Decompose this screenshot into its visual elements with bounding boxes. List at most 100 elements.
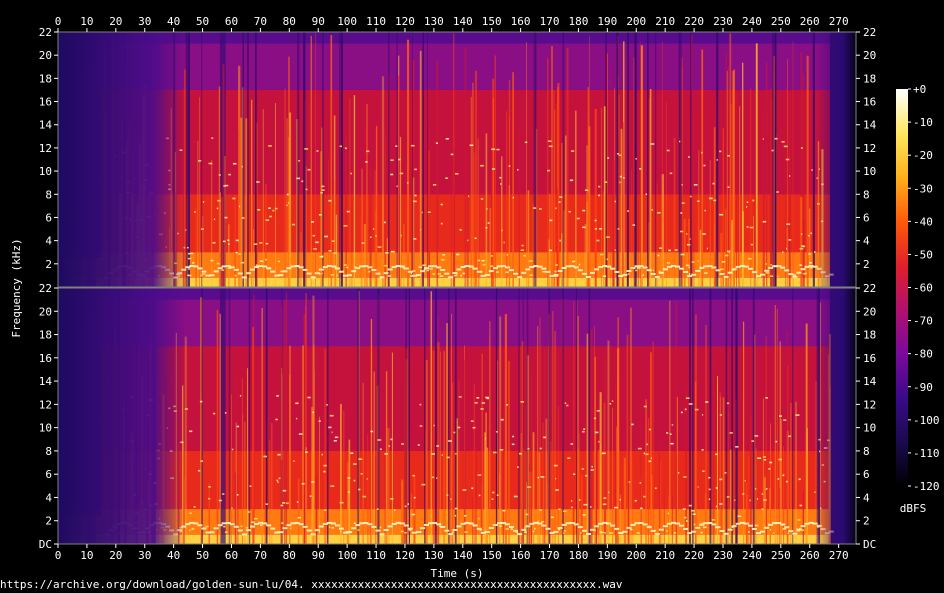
y-tick-label: 14: [863, 119, 877, 132]
x-tick-label: 120: [395, 549, 415, 562]
x-tick-label: 30: [138, 15, 151, 28]
x-tick-label: 40: [167, 15, 180, 28]
x-tick-label: 150: [482, 15, 502, 28]
y-tick-label: 8: [45, 188, 52, 201]
colorbar-tick-label: -30: [913, 182, 933, 195]
x-tick-label: 50: [196, 15, 209, 28]
y-tick-label: 22: [39, 282, 52, 295]
colorbar-tick-label: +0: [913, 83, 926, 96]
x-tick-label: 30: [138, 549, 151, 562]
x-tick-label: 150: [482, 549, 502, 562]
y-tick-label: 6: [863, 468, 870, 481]
x-tick-label: 190: [597, 549, 617, 562]
y-tick-label: 18: [863, 72, 876, 85]
x-tick-label: 0: [55, 549, 62, 562]
x-tick-label: 130: [424, 549, 444, 562]
y-tick-label: 2: [45, 258, 52, 271]
colorbar-tick-label: -110: [913, 447, 940, 460]
y-tick-label: 12: [863, 142, 876, 155]
colorbar-tick-label: -60: [913, 282, 933, 295]
y-tick-label: 6: [45, 211, 52, 224]
y-tick-label: 18: [39, 329, 52, 342]
source-url: https://archive.org/download/golden-sun-…: [0, 578, 623, 591]
x-tick-label: 110: [366, 549, 386, 562]
x-tick-label: 220: [684, 15, 704, 28]
x-tick-label: 250: [771, 15, 791, 28]
y-tick-label: 6: [45, 468, 52, 481]
x-tick-label: 210: [655, 549, 675, 562]
colorbar-label: dBFS: [900, 502, 927, 515]
x-tick-label: 230: [713, 549, 733, 562]
y-tick-label: 20: [863, 49, 876, 62]
y-tick-label: 12: [39, 398, 52, 411]
x-tick-label: 170: [540, 15, 560, 28]
y-tick-label: 6: [863, 211, 870, 224]
y-tick-label: 8: [863, 188, 870, 201]
x-tick-label: 80: [283, 549, 296, 562]
x-tick-label: 20: [109, 15, 122, 28]
y-tick-label: 16: [39, 96, 52, 109]
x-tick-label: 90: [312, 15, 325, 28]
x-tick-label: 70: [254, 549, 267, 562]
x-tick-label: 110: [366, 15, 386, 28]
x-tick-label: 230: [713, 15, 733, 28]
y-tick-label: 8: [863, 445, 870, 458]
y-tick-label: 22: [39, 26, 52, 39]
y-tick-label: 4: [863, 491, 870, 504]
x-tick-label: 160: [511, 15, 531, 28]
y-tick-label: 12: [39, 142, 52, 155]
y-tick-label: 10: [863, 165, 876, 178]
y-tick-label: 4: [45, 491, 52, 504]
colorbar: +0 -10 -20 -30 -40 -50 -60 -70 -80 -90 -100 -110 -12…: [896, 83, 940, 493]
x-tick-label: 100: [337, 15, 357, 28]
y-tick-label: 22: [863, 26, 876, 39]
x-tick-label: 130: [424, 15, 444, 28]
colorbar-tick-label: -10: [913, 116, 933, 129]
x-tick-label: 250: [771, 549, 791, 562]
y-tick-label: 16: [39, 352, 52, 365]
ch2-edge-fade: [58, 288, 856, 544]
y-tick-label: 18: [39, 72, 52, 85]
x-tick-label: 190: [597, 15, 617, 28]
x-tick-label: 210: [655, 15, 675, 28]
x-tick-label: 260: [800, 549, 820, 562]
y-tick-label: 4: [863, 235, 870, 248]
y-tick-label: 2: [45, 515, 52, 528]
x-tick-label: 260: [800, 15, 820, 28]
x-tick-label: 100: [337, 549, 357, 562]
y-tick-label: 14: [863, 375, 877, 388]
y-tick-label: 4: [45, 235, 52, 248]
y-tick-label: DC: [39, 538, 52, 551]
colorbar-tick-label: -70: [913, 315, 933, 328]
y-tick-label: 20: [39, 49, 52, 62]
x-tick-label: 60: [225, 549, 238, 562]
x-tick-label: 120: [395, 15, 415, 28]
y-tick-label: 16: [863, 352, 876, 365]
x-tick-label: 180: [568, 549, 588, 562]
x-tick-label: 220: [684, 549, 704, 562]
y-tick-label: 22: [863, 282, 876, 295]
x-tick-label: 160: [511, 549, 531, 562]
y-tick-label: 10: [863, 422, 876, 435]
y-tick-label: 10: [39, 422, 52, 435]
colorbar-gradient: [896, 89, 908, 486]
y-tick-label: 8: [45, 445, 52, 458]
colorbar-tick-label: -40: [913, 215, 933, 228]
x-tick-label: 40: [167, 549, 180, 562]
x-tick-label: 170: [540, 549, 560, 562]
x-tick-label: 270: [829, 15, 849, 28]
x-tick-label: 20: [109, 549, 122, 562]
x-tick-label: 10: [80, 549, 93, 562]
x-tick-label: 270: [829, 549, 849, 562]
colorbar-tick-label: -90: [913, 381, 933, 394]
y-tick-label: 2: [863, 258, 870, 271]
colorbar-tick-label: -100: [913, 414, 940, 427]
x-tick-label: 240: [742, 549, 762, 562]
x-tick-label: 0: [55, 15, 62, 28]
colorbar-tick-label: -80: [913, 348, 933, 361]
y-tick-label: 14: [39, 375, 53, 388]
channel-1-plot: [58, 32, 856, 288]
x-tick-label: 180: [568, 15, 588, 28]
x-tick-label: 140: [453, 549, 473, 562]
y-tick-label: 2: [863, 515, 870, 528]
